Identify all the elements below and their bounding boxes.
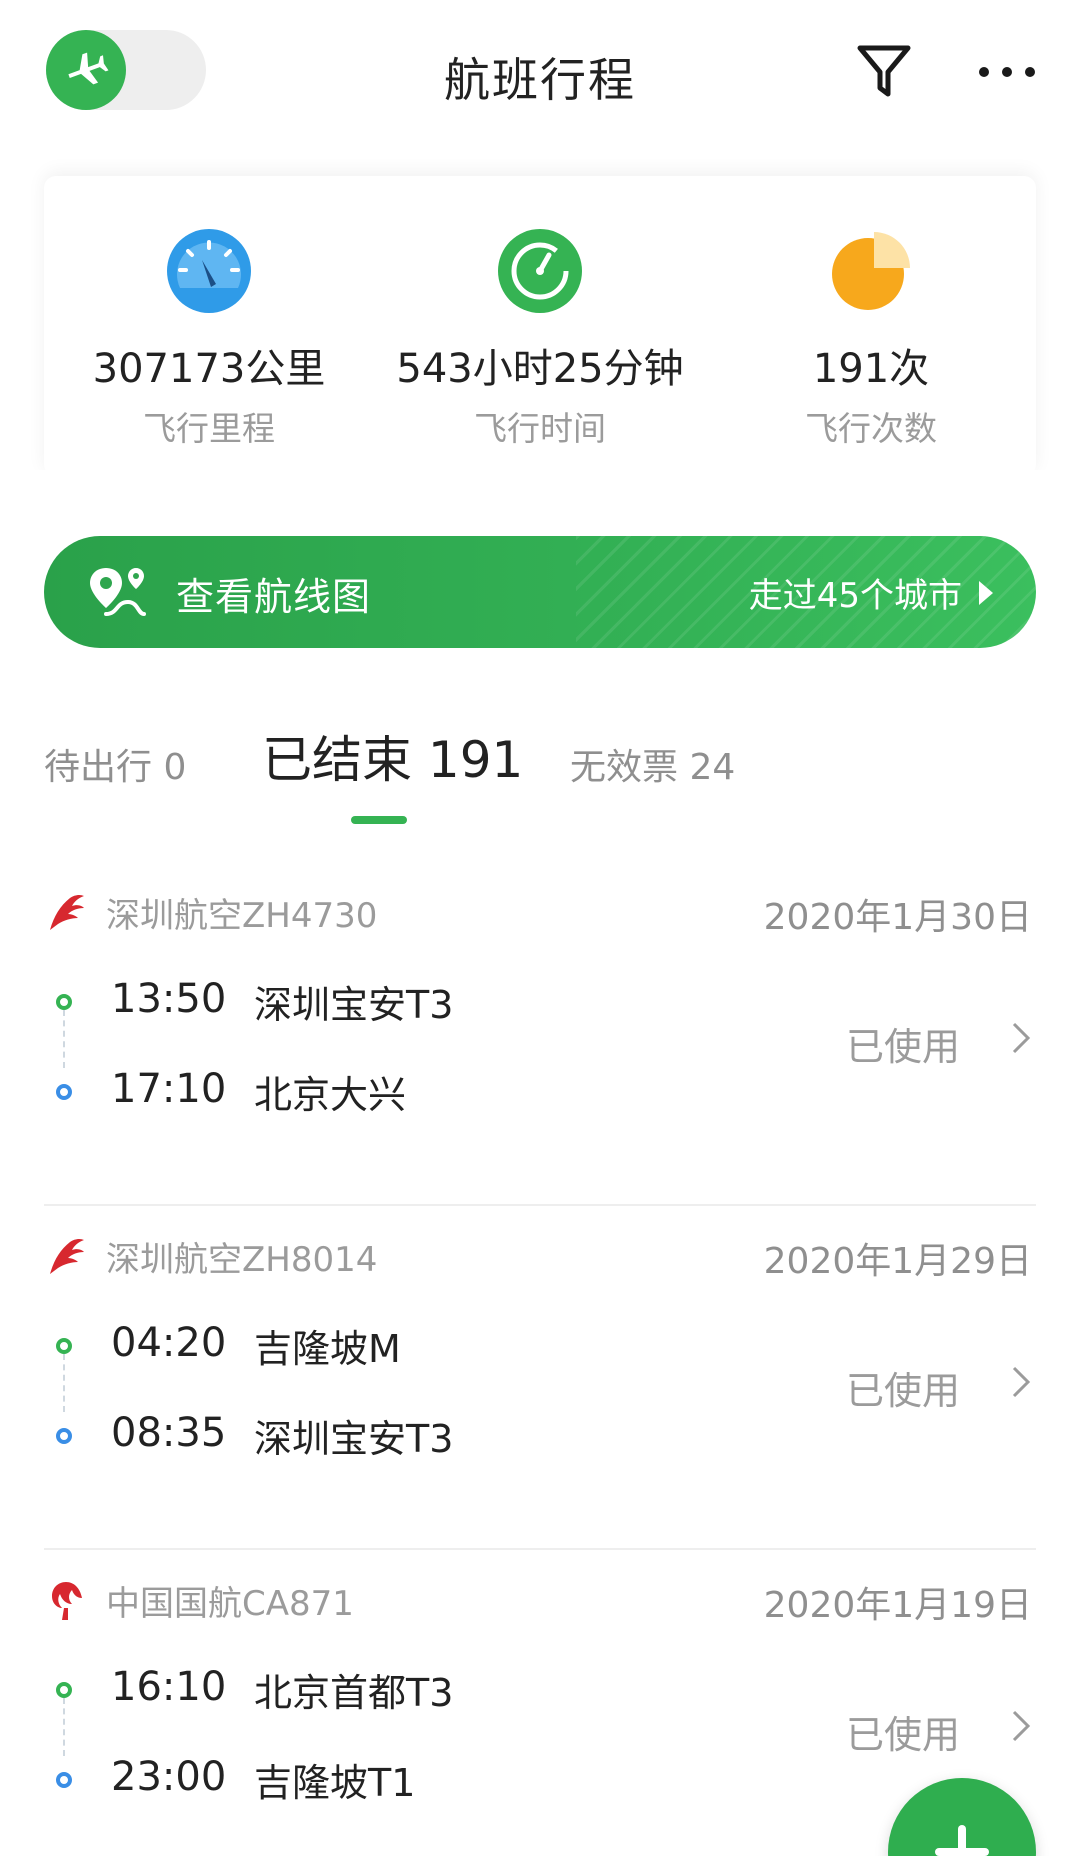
airline-flight-number: 深圳航空ZH4730 [106, 896, 378, 936]
airline-flight-number: 中国国航CA871 [106, 1584, 354, 1624]
arrival-airport: 吉隆坡T1 [254, 1761, 416, 1805]
route-map-icon [90, 568, 146, 616]
trip-tabs: 待出行 0 已结束 191 无效票 24 [0, 720, 1080, 830]
departure-time: 16:10 [111, 1664, 227, 1710]
stats-card-fade [0, 470, 1080, 500]
header: 航班行程 [0, 0, 1080, 150]
departure-airport: 北京首都T3 [254, 1671, 454, 1715]
stat-flight-count: 191次 飞行次数 [706, 228, 1036, 450]
pie-chart-icon [828, 228, 914, 314]
plus-icon [935, 1825, 989, 1856]
arrival-time: 17:10 [111, 1066, 227, 1112]
tab-upcoming[interactable]: 待出行 0 [44, 738, 186, 790]
arrival-segment: 17:10 北京大兴 [44, 1062, 644, 1122]
stat-label: 飞行里程 [143, 409, 275, 448]
departure-dot [56, 1338, 72, 1354]
route-connector [63, 1698, 65, 1756]
departure-time: 13:50 [111, 976, 227, 1022]
air-china-logo [52, 1582, 82, 1620]
more-icon [979, 67, 1035, 77]
filter-button[interactable] [854, 42, 914, 102]
flight-date: 2020年1月30日 [763, 897, 1032, 938]
arrival-airport: 北京大兴 [254, 1073, 407, 1117]
shenzhen-airlines-logo [50, 894, 84, 930]
route-connector [63, 1010, 65, 1068]
arrival-dot [56, 1428, 72, 1444]
ticket-status: 已使用 [845, 1369, 960, 1413]
arrival-time: 08:35 [111, 1410, 227, 1456]
cities-visited-count: 走过45个城市 [748, 576, 962, 616]
active-tab-indicator [351, 816, 407, 824]
departure-dot [56, 1682, 72, 1698]
arrival-segment: 23:00 吉隆坡T1 [44, 1750, 644, 1810]
stat-value: 191次 [812, 346, 930, 392]
ticket-status: 已使用 [845, 1713, 960, 1757]
shenzhen-airlines-logo [50, 1238, 84, 1274]
arrival-dot [56, 1772, 72, 1788]
airline-flight-number: 深圳航空ZH8014 [106, 1240, 378, 1280]
departure-airport: 吉隆坡M [254, 1327, 401, 1371]
departure-segment: 13:50 深圳宝安T3 [44, 972, 644, 1032]
departure-dot [56, 994, 72, 1010]
stat-flight-distance: 307173公里 飞行里程 [44, 228, 374, 450]
stat-flight-time: 543小时25分钟 飞行时间 [375, 228, 705, 450]
arrival-segment: 08:35 深圳宝安T3 [44, 1406, 644, 1466]
caret-right-icon [979, 581, 993, 605]
departure-segment: 04:20 吉隆坡M [44, 1316, 644, 1376]
filter-icon [857, 45, 911, 97]
page-title: 航班行程 [444, 53, 636, 107]
flight-card[interactable]: 中国国航CA871 2020年1月19日 16:10 北京首都T3 23:00 … [44, 1550, 1036, 1856]
departure-time: 04:20 [111, 1320, 227, 1366]
stats-card: 307173公里 飞行里程 543小时25分钟 飞行时间 191次 飞行次数 [44, 176, 1036, 476]
stat-label: 飞行次数 [805, 409, 937, 448]
stat-value: 543小时25分钟 [396, 346, 684, 392]
clock-icon [497, 228, 583, 314]
chevron-right-icon [1012, 1022, 1031, 1054]
route-map-label: 查看航线图 [176, 575, 372, 619]
flight-date: 2020年1月29日 [763, 1241, 1032, 1282]
departure-airport: 深圳宝安T3 [254, 983, 454, 1027]
more-button[interactable] [972, 42, 1042, 102]
flight-date: 2020年1月19日 [763, 1585, 1032, 1626]
view-route-map-banner[interactable]: 查看航线图 走过45个城市 [44, 536, 1036, 648]
chevron-right-icon [1012, 1366, 1031, 1398]
chevron-right-icon [1012, 1710, 1031, 1742]
ticket-status: 已使用 [845, 1025, 960, 1069]
flight-card[interactable]: 深圳航空ZH4730 2020年1月30日 13:50 深圳宝安T3 17:10… [44, 862, 1036, 1206]
arrival-time: 23:00 [111, 1754, 227, 1800]
stat-value: 307173公里 [92, 346, 326, 392]
arrival-dot [56, 1084, 72, 1100]
departure-segment: 16:10 北京首都T3 [44, 1660, 644, 1720]
stat-label: 飞行时间 [474, 409, 606, 448]
speedometer-icon [166, 228, 252, 314]
flight-card[interactable]: 深圳航空ZH8014 2020年1月29日 04:20 吉隆坡M 08:35 深… [44, 1206, 1036, 1550]
flight-itinerary-page: 航班行程 307173公里 飞行里程 543小时25分钟 飞行时间 191次 飞… [0, 0, 1080, 1856]
tab-invalid[interactable]: 无效票 24 [570, 738, 735, 790]
route-connector [63, 1354, 65, 1412]
arrival-airport: 深圳宝安T3 [254, 1417, 454, 1461]
tab-completed[interactable]: 已结束 191 [262, 720, 523, 792]
